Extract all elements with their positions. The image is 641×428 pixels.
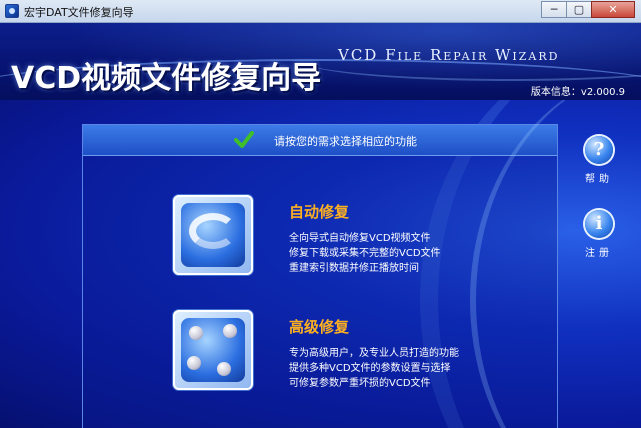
maximize-button[interactable]: ▢ — [566, 1, 592, 18]
panel-header: 请按您的需求选择相应的功能 — [83, 125, 557, 156]
minimize-button[interactable]: ─ — [541, 1, 567, 18]
title-bar[interactable]: 宏宇DAT文件修复向导 ─ ▢ ✕ — [0, 0, 641, 23]
info-icon[interactable]: i — [585, 210, 613, 238]
advanced-repair-desc-2: 提供多种VCD文件的参数设置与选择 — [289, 363, 451, 374]
auto-repair-title[interactable]: 自动修复 — [289, 201, 349, 222]
app-title: VCD视频文件修复向导 — [11, 61, 322, 96]
main-area: 请按您的需求选择相应的功能 自动修复 全向导式自动修复VCD视频文件 修复下载或… — [0, 100, 641, 428]
window-title: 宏宇DAT文件修复向导 — [24, 6, 134, 19]
app-icon[interactable] — [5, 4, 19, 18]
function-panel: 请按您的需求选择相应的功能 自动修复 全向导式自动修复VCD视频文件 修复下载或… — [82, 124, 558, 428]
version-info: 版本信息：v2.000.9 — [530, 87, 625, 98]
check-icon — [234, 131, 254, 148]
advanced-repair-option[interactable]: 高级修复 专为高级用户，及专业人员打造的功能 提供多种VCD文件的参数设置与选择… — [173, 310, 553, 390]
panel-heading: 请按您的需求选择相应的功能 — [274, 135, 417, 148]
advanced-repair-title[interactable]: 高级修复 — [289, 316, 349, 337]
advanced-repair-desc-3: 可修复参数严重坏损的VCD文件 — [289, 378, 431, 389]
auto-repair-desc-2: 修复下载或采集不完整的VCD文件 — [289, 248, 441, 259]
header-banner: VCD视频文件修复向导 VCD File Repair Wizard 版本信息：… — [0, 23, 641, 100]
auto-repair-desc-1: 全向导式自动修复VCD视频文件 — [289, 233, 431, 244]
auto-repair-icon[interactable] — [173, 195, 253, 275]
auto-repair-option[interactable]: 自动修复 全向导式自动修复VCD视频文件 修复下载或采集不完整的VCD文件 重建… — [173, 195, 553, 275]
window-controls: ─ ▢ ✕ — [541, 1, 635, 19]
register-label[interactable]: 注册 — [569, 244, 629, 259]
auto-repair-desc-3: 重建索引数据并修正播放时间 — [289, 263, 419, 274]
help-label[interactable]: 帮助 — [569, 170, 629, 185]
advanced-repair-desc-1: 专为高级用户，及专业人员打造的功能 — [289, 348, 459, 359]
register-button[interactable]: i 注册 — [569, 210, 629, 270]
advanced-repair-icon[interactable] — [173, 310, 253, 390]
help-icon[interactable]: ? — [585, 136, 613, 164]
app-title-english: VCD File Repair Wizard — [338, 46, 560, 64]
app-window: 宏宇DAT文件修复向导 ─ ▢ ✕ VCD视频文件修复向导 VCD File R… — [0, 0, 641, 428]
close-button[interactable]: ✕ — [591, 1, 635, 18]
help-button[interactable]: ? 帮助 — [569, 136, 629, 196]
